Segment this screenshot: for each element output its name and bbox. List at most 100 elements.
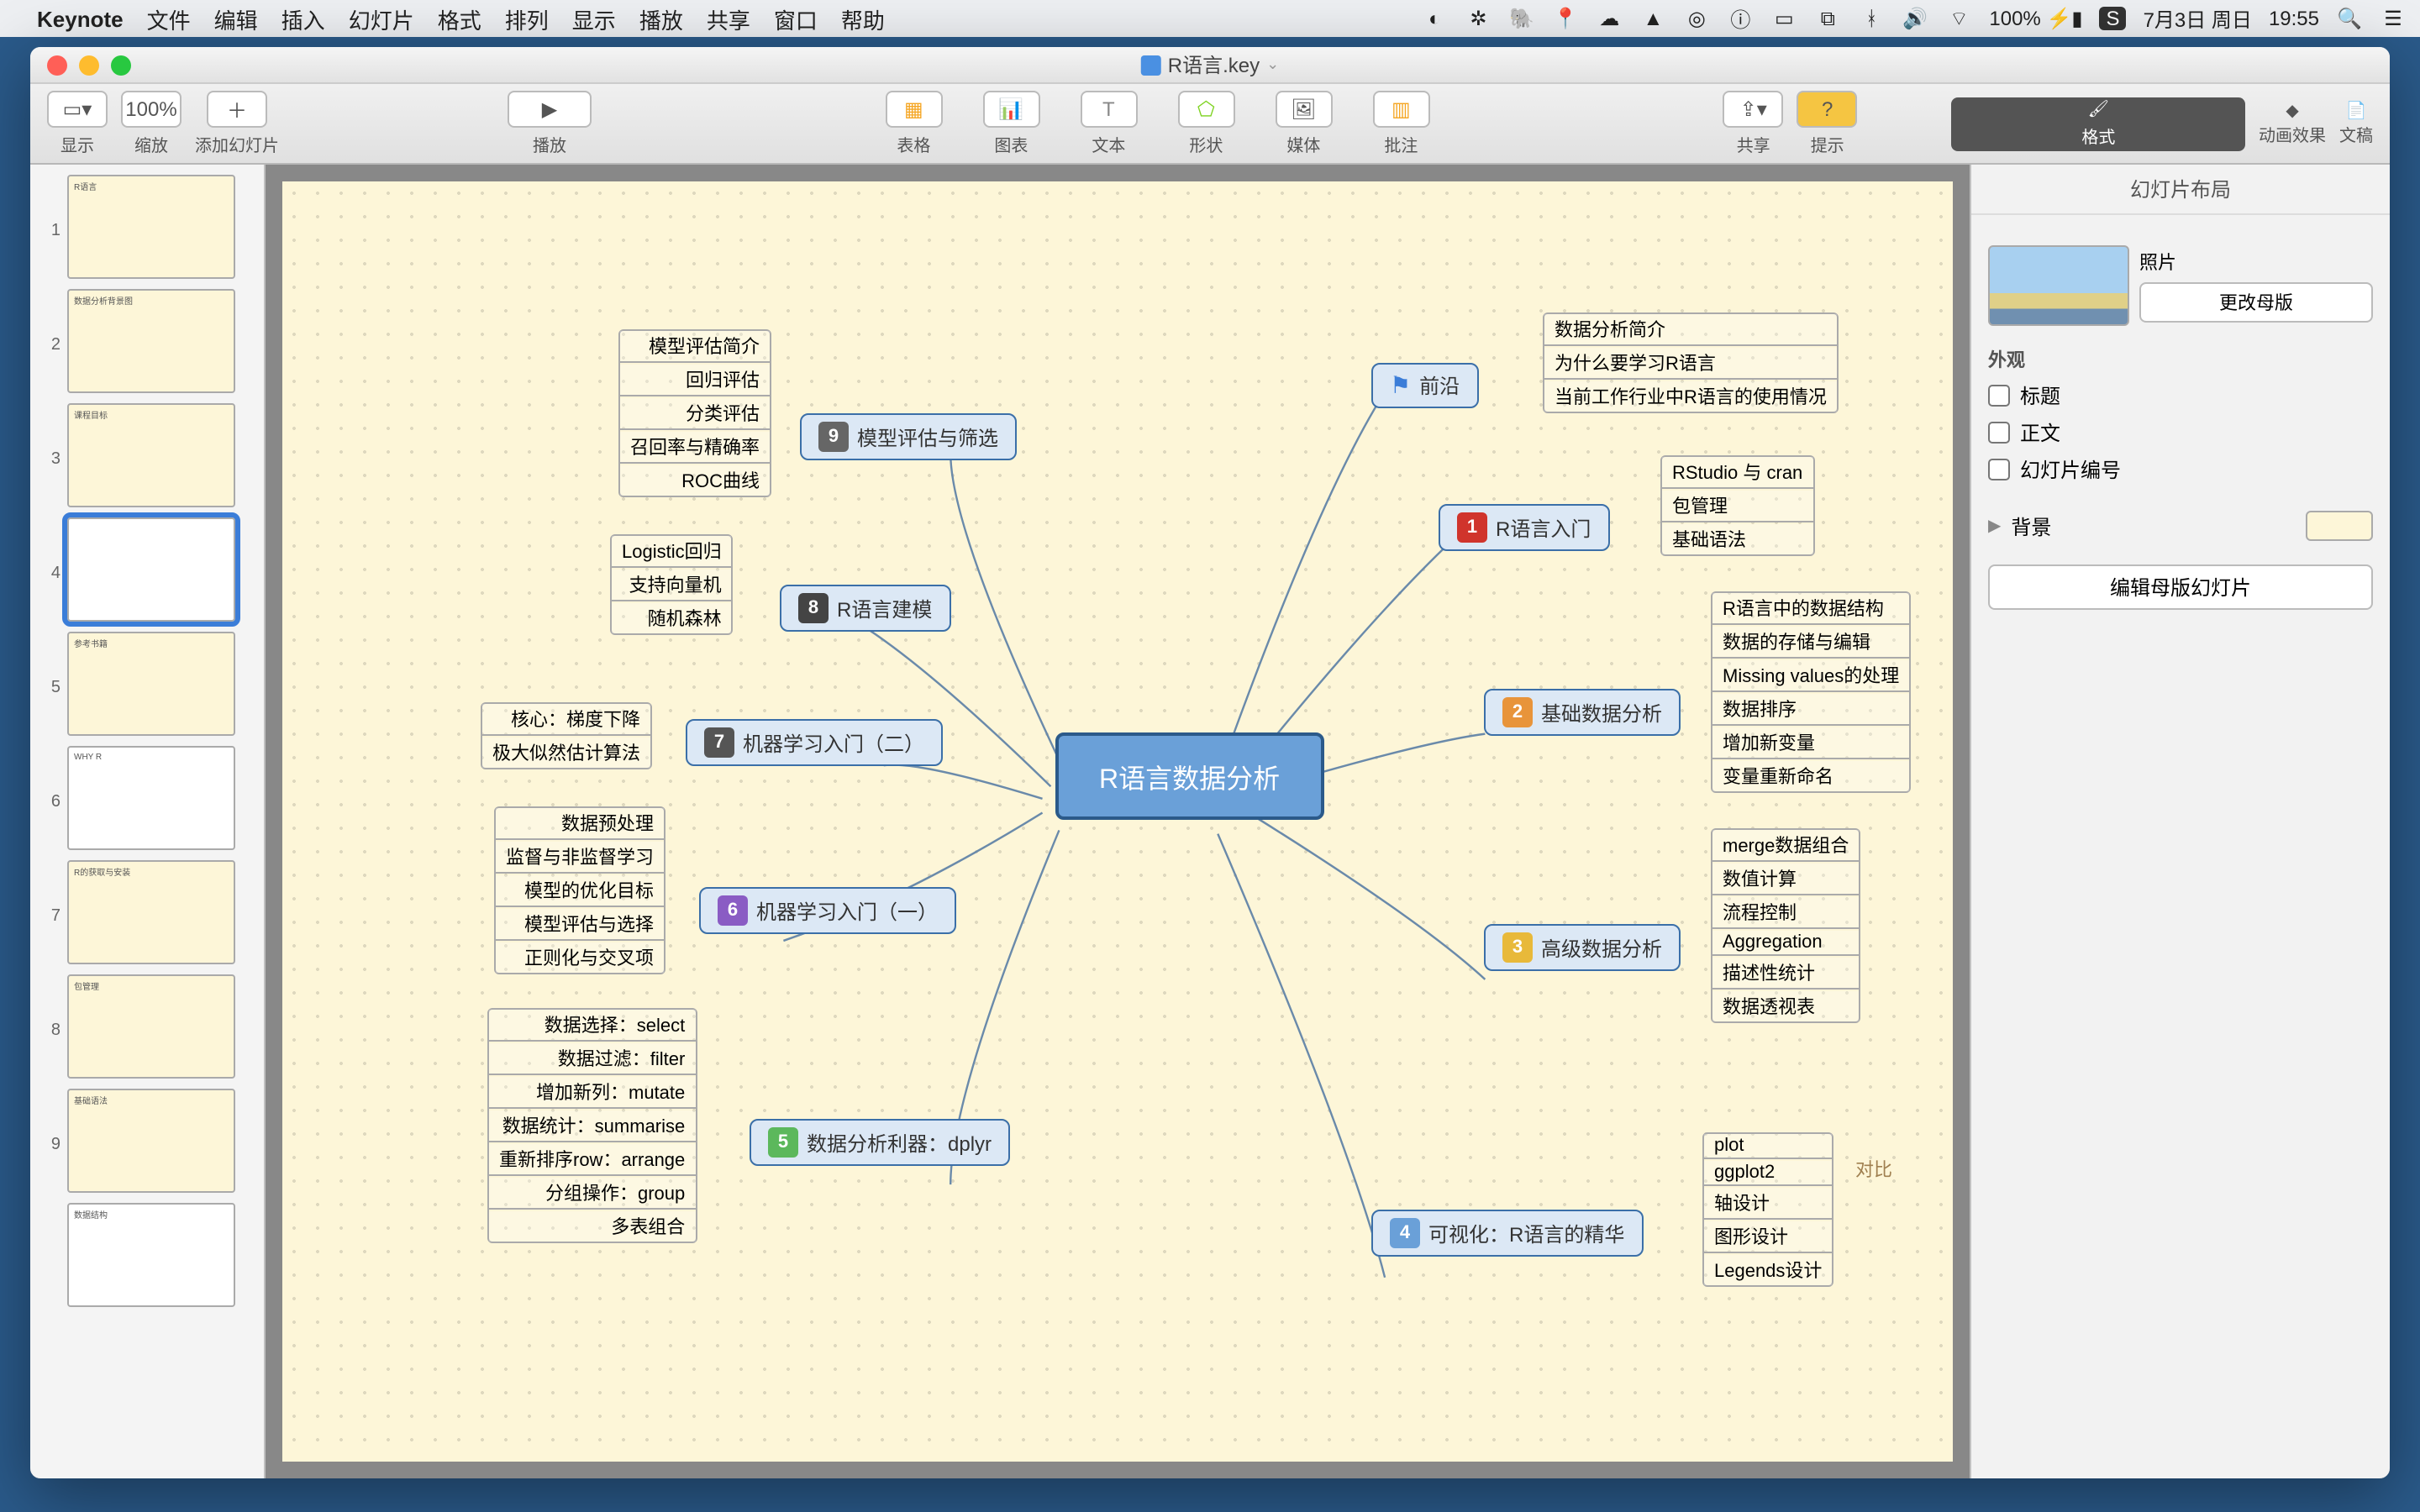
- display-icon[interactable]: ▭: [1770, 7, 1797, 30]
- zoom-select[interactable]: 100%缩放: [121, 91, 182, 156]
- menu-icon[interactable]: ☰: [2380, 7, 2407, 30]
- mindmap-node-9[interactable]: 8R语言建模: [780, 585, 950, 632]
- toolbar: ▭▾显示 100%缩放 ＋添加幻灯片 ▶播放 ▦表格 📊图表 T文本 ⬠形状 🖼…: [30, 84, 2390, 165]
- mindmap-node-8[interactable]: 7机器学习入门（二）: [686, 719, 943, 766]
- master-preview: [1988, 245, 2129, 326]
- evernote-icon[interactable]: 🐘: [1508, 7, 1535, 30]
- view-button[interactable]: ▭▾显示: [47, 91, 108, 156]
- mindmap-node-7[interactable]: 6机器学习入门（一）: [699, 887, 956, 934]
- compare-label: 对比: [1855, 1156, 1892, 1183]
- body-checkbox[interactable]: 正文: [1988, 418, 2373, 447]
- cloud-icon[interactable]: ☁: [1596, 7, 1623, 30]
- leaf-group: merge数据组合 数值计算 流程控制 Aggregation 描述性统计 数据…: [1711, 828, 1860, 1023]
- mindmap-node-1[interactable]: ⚑前沿: [1371, 363, 1478, 408]
- shape-button[interactable]: ⬠形状: [1177, 91, 1234, 156]
- inspector-title: 幻灯片布局: [1971, 165, 2390, 215]
- volume-icon[interactable]: 🔊: [1902, 7, 1928, 30]
- slide-thumb-selected[interactable]: [67, 517, 235, 622]
- leaf-group: 模型评估简介 回归评估 分类评估 召回率与精确率 ROC曲线: [618, 329, 771, 497]
- screens-icon[interactable]: ⧉: [1814, 6, 1841, 31]
- text-button[interactable]: T文本: [1080, 91, 1137, 156]
- background-label: 背景: [2011, 512, 2296, 540]
- menu-insert[interactable]: 插入: [281, 3, 325, 34]
- info-icon[interactable]: ⓘ: [1727, 4, 1754, 33]
- keynote-window: R语言.key ⌄ ▭▾显示 100%缩放 ＋添加幻灯片 ▶播放 ▦表格 📊图表…: [30, 47, 2390, 1478]
- zoom-icon[interactable]: [111, 55, 131, 75]
- status-icon[interactable]: ✲: [1465, 7, 1491, 30]
- slide-thumb[interactable]: R语言: [67, 175, 235, 279]
- background-color-swatch[interactable]: [2306, 511, 2373, 541]
- menu-arrange[interactable]: 排列: [505, 3, 549, 34]
- status-icon[interactable]: ◎: [1683, 7, 1710, 30]
- share-button[interactable]: ⇪▾共享: [1723, 91, 1784, 156]
- status-icon[interactable]: ▲: [1639, 7, 1666, 30]
- date-display[interactable]: 7月3日 周日: [2144, 4, 2252, 33]
- slide-thumb[interactable]: 基础语法: [67, 1089, 235, 1193]
- slide-canvas[interactable]: R语言数据分析 ⚑前沿 数据分析简介 为什么要学习R语言 当前工作行业中R语言的…: [282, 181, 1953, 1462]
- window-titlebar: R语言.key ⌄: [30, 47, 2390, 84]
- menu-play[interactable]: 播放: [639, 3, 683, 34]
- flag-icon: ⚑: [1390, 371, 1411, 400]
- play-button[interactable]: ▶播放: [508, 91, 592, 156]
- bluetooth-icon[interactable]: ᚼ: [1858, 7, 1885, 30]
- leaf-group: 核心：梯度下降 极大似然估计算法: [481, 702, 652, 769]
- slide-thumb[interactable]: 课程目标: [67, 403, 235, 507]
- spotlight-icon[interactable]: 🔍: [2336, 7, 2363, 30]
- comment-button[interactable]: ▥批注: [1372, 91, 1429, 156]
- document-tab[interactable]: 📄文稿: [2339, 102, 2373, 145]
- appearance-section: 外观: [1988, 346, 2373, 373]
- menu-share[interactable]: 共享: [707, 3, 750, 34]
- leaf-group: 数据分析简介 为什么要学习R语言 当前工作行业中R语言的使用情况: [1543, 312, 1839, 413]
- format-tab[interactable]: 🖌格式: [1952, 97, 2245, 150]
- wifi-icon[interactable]: ⌔: [1945, 6, 1972, 31]
- battery-status[interactable]: 100% ⚡▮: [1989, 7, 2082, 30]
- slide-thumb[interactable]: 数据分析背景图: [67, 289, 235, 393]
- menu-file[interactable]: 文件: [147, 3, 191, 34]
- menu-view[interactable]: 显示: [572, 3, 616, 34]
- mindmap-node-6[interactable]: 5数据分析利器：dplyr: [750, 1119, 1010, 1166]
- menu-edit[interactable]: 编辑: [214, 3, 258, 34]
- slide-canvas-wrap: R语言数据分析 ⚑前沿 数据分析简介 为什么要学习R语言 当前工作行业中R语言的…: [266, 165, 1970, 1478]
- mindmap-node-4[interactable]: 3高级数据分析: [1484, 924, 1681, 971]
- time-display[interactable]: 19:55: [2269, 7, 2319, 30]
- slidenum-checkbox[interactable]: 幻灯片编号: [1988, 455, 2373, 484]
- menu-window[interactable]: 窗口: [774, 3, 818, 34]
- slide-thumb[interactable]: R的获取与安装: [67, 860, 235, 964]
- leaf-group: Logistic回归 支持向量机 随机森林: [610, 534, 734, 635]
- slide-thumb[interactable]: 包管理: [67, 974, 235, 1079]
- mindmap-node-2[interactable]: 1R语言入门: [1439, 504, 1609, 551]
- leaf-group: RStudio 与 cran 包管理 基础语法: [1660, 455, 1814, 556]
- mindmap-center[interactable]: R语言数据分析: [1055, 732, 1323, 820]
- location-icon[interactable]: 📍: [1552, 7, 1579, 30]
- leaf-group: 数据选择：select 数据过滤：filter 增加新列：mutate 数据统计…: [487, 1008, 697, 1243]
- slide-thumb[interactable]: WHY R: [67, 746, 235, 850]
- slide-navigator[interactable]: 1R语言 2数据分析背景图 3课程目标 4 5参考书籍 6WHY R 7R的获取…: [30, 165, 266, 1478]
- menu-help[interactable]: 帮助: [841, 3, 885, 34]
- mindmap-node-3[interactable]: 2基础数据分析: [1484, 689, 1681, 736]
- animate-tab[interactable]: ◆动画效果: [2259, 102, 2326, 145]
- slide-thumb[interactable]: 参考书籍: [67, 632, 235, 736]
- close-icon[interactable]: [47, 55, 67, 75]
- input-method-icon[interactable]: S: [2100, 7, 2127, 30]
- mindmap-node-5[interactable]: 4可视化：R语言的精华: [1371, 1210, 1643, 1257]
- media-button[interactable]: 🖼媒体: [1275, 91, 1332, 156]
- title-checkbox[interactable]: 标题: [1988, 381, 2373, 410]
- edit-master-button[interactable]: 编辑母版幻灯片: [1988, 564, 2373, 610]
- app-name[interactable]: Keynote: [37, 6, 124, 31]
- add-slide-button[interactable]: ＋添加幻灯片: [195, 91, 279, 156]
- slide-thumb[interactable]: 数据结构: [67, 1203, 235, 1307]
- status-icon[interactable]: ◐: [1421, 7, 1448, 30]
- tips-button[interactable]: ?提示: [1797, 91, 1858, 156]
- menu-slide[interactable]: 幻灯片: [349, 3, 414, 34]
- menu-format[interactable]: 格式: [438, 3, 481, 34]
- mindmap-node-10[interactable]: 9模型评估与筛选: [800, 413, 1017, 460]
- leaf-group: plot ggplot2 轴设计 图形设计 Legends设计: [1702, 1132, 1833, 1287]
- disclosure-icon[interactable]: ▶: [1988, 517, 2001, 535]
- minimize-icon[interactable]: [79, 55, 99, 75]
- window-title: R语言.key ⌄: [1141, 50, 1279, 79]
- table-button[interactable]: ▦表格: [885, 91, 942, 156]
- leaf-group: R语言中的数据结构 数据的存储与编辑 Missing values的处理 数据排…: [1711, 591, 1911, 793]
- change-master-button[interactable]: 更改母版: [2139, 282, 2373, 323]
- leaf-group: 数据预处理 监督与非监督学习 模型的优化目标 模型评估与选择 正则化与交叉项: [494, 806, 666, 974]
- chart-button[interactable]: 📊图表: [982, 91, 1039, 156]
